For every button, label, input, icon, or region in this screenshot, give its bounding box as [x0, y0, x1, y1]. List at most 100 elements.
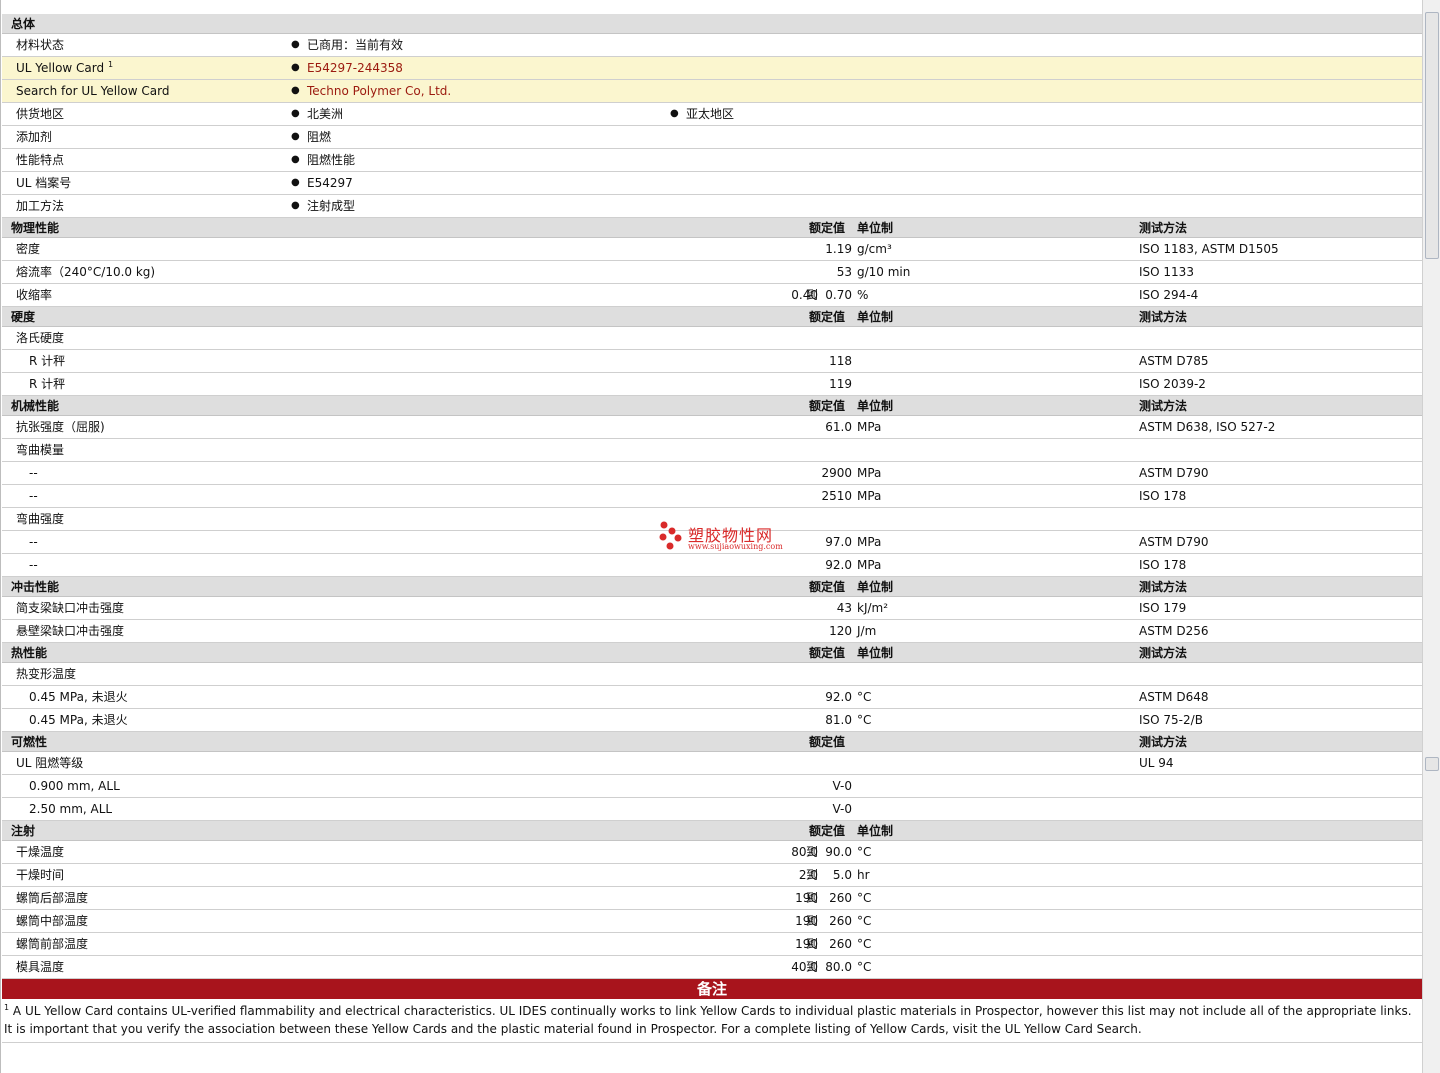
range-separator: 到 [806, 288, 819, 302]
property-value: V-0 [832, 802, 852, 816]
property-value: 5.0 [832, 868, 852, 882]
vertical-scrollbar[interactable] [1422, 0, 1440, 1073]
property-value: 北美洲 [307, 107, 344, 121]
property-name: 0.900 mm, ALL [29, 779, 120, 793]
property-value: 260 [829, 937, 852, 951]
property-value: 注射成型 [307, 199, 356, 213]
property-row: UL Yellow Card 1 ● E54297-244358 [2, 57, 1422, 80]
test-method: ASTM D648 [1139, 690, 1209, 704]
property-row: 收缩率 0.40 到 0.70% ISO 294-4 [2, 284, 1422, 307]
section-title: 物理性能 [11, 221, 60, 235]
watermark-logo: 塑胶物性网 www.sujiaowuxing.com [658, 520, 798, 556]
property-unit: °C [857, 937, 872, 951]
property-unit: g/10 min [857, 265, 911, 279]
section-title: 硬度 [11, 310, 36, 324]
property-value: E54297 [307, 176, 353, 190]
column-header-rated: 额定值 [809, 824, 846, 838]
property-value: 61.0 [825, 420, 852, 434]
section-header: 总体 [2, 14, 1422, 34]
property-row: -- 2900 MPa ASTM D790 [2, 462, 1422, 485]
property-name: 密度 [16, 242, 41, 256]
property-name: 熔流率（240°C/10.0 kg) [16, 265, 156, 279]
test-method: ISO 75-2/B [1139, 713, 1203, 727]
test-method: ISO 1133 [1139, 265, 1194, 279]
property-value: 阻燃 [307, 130, 332, 144]
test-method: ASTM D790 [1139, 466, 1209, 480]
property-row: 加工方法 ● 注射成型 [2, 195, 1422, 218]
property-name: R 计秤 [29, 354, 66, 368]
property-value: 260 [829, 914, 852, 928]
test-method: ISO 1183, ASTM D1505 [1139, 242, 1279, 256]
property-name: -- [29, 466, 38, 480]
property-name: -- [29, 535, 38, 549]
footnote-marker: 1 [107, 60, 114, 69]
column-header-rated: 额定值 [809, 735, 846, 749]
property-name: 性能特点 [16, 153, 65, 167]
column-header-method: 测试方法 [1139, 399, 1188, 413]
range-separator: 到 [806, 868, 819, 882]
property-row: 螺筒中部温度 190 到 260 °C [2, 910, 1422, 933]
column-header-unit: 单位制 [857, 580, 894, 594]
property-name: 螺筒前部温度 [16, 937, 89, 951]
section-header: 可燃性 额定值 测试方法 [2, 732, 1422, 752]
scrollbar-thumb[interactable] [1425, 12, 1439, 259]
property-name: 供货地区 [16, 107, 65, 121]
property-name-text: UL Yellow Card [16, 61, 105, 75]
column-header-unit: 单位制 [857, 399, 894, 413]
property-name: 收缩率 [16, 288, 53, 302]
property-name: 热变形温度 [16, 667, 77, 681]
property-row: 2.50 mm, ALL V-0 [2, 798, 1422, 821]
yellow-card-link[interactable]: Techno Polymer Co, Ltd. [307, 80, 451, 102]
range-separator: 到 [806, 960, 819, 974]
bullet-icon: ● [291, 154, 300, 165]
test-method: ASTM D638, ISO 527-2 [1139, 420, 1276, 434]
bullet-icon: ● [291, 200, 300, 211]
notes-body: A UL Yellow Card contains UL-verified fl… [4, 1004, 1412, 1036]
bullet-icon: ● [291, 39, 300, 50]
property-row: -- 2510 MPa ISO 178 [2, 485, 1422, 508]
property-unit: °C [857, 914, 872, 928]
column-header-rated: 额定值 [809, 310, 846, 324]
bullet-icon: ● [291, 108, 300, 119]
column-header-rated: 额定值 [809, 221, 846, 235]
property-row: R 计秤 118 ASTM D785 [2, 350, 1422, 373]
property-name: 抗张强度（屈服) [16, 420, 105, 434]
property-row: 热变形温度 [2, 663, 1422, 686]
property-value: 亚太地区 [686, 107, 735, 121]
section-header: 注射 额定值 单位制 [2, 821, 1422, 841]
property-unit: hr [857, 868, 870, 882]
property-unit: kJ/m² [857, 601, 889, 615]
property-row: 材料状态 ● 已商用：当前有效 [2, 34, 1422, 57]
property-name: R 计秤 [29, 377, 66, 391]
scrollbar-marker[interactable] [1425, 757, 1439, 771]
range-separator: 到 [806, 914, 819, 928]
property-name: UL 阻燃等级 [16, 756, 84, 770]
property-row: 性能特点 ● 阻燃性能 [2, 149, 1422, 172]
logo-dots-icon [659, 521, 682, 550]
property-value: 92.0 [825, 690, 852, 704]
column-header-method: 测试方法 [1139, 310, 1188, 324]
property-unit: MPa [857, 420, 882, 434]
yellow-card-link[interactable]: E54297-244358 [307, 57, 403, 79]
column-header-rated: 额定值 [809, 580, 846, 594]
property-name: 螺筒中部温度 [16, 914, 89, 928]
property-row: 螺筒后部温度 190 到 260 °C [2, 887, 1422, 910]
property-unit: % [857, 288, 869, 302]
property-value: 260 [829, 891, 852, 905]
property-row: 螺筒前部温度 190 到 260 °C [2, 933, 1422, 956]
bullet-icon: ● [291, 177, 300, 188]
column-header-unit: 单位制 [857, 824, 894, 838]
test-method: ASTM D256 [1139, 624, 1209, 638]
property-name: 弯曲模量 [16, 443, 65, 457]
divider [2, 1042, 1422, 1043]
test-method: ISO 179 [1139, 601, 1187, 615]
property-row: 干燥温度 80.0 到 90.0 °C [2, 841, 1422, 864]
range-separator: 到 [806, 845, 819, 859]
property-row: 干燥时间 2.0 到 5.0 hr [2, 864, 1422, 887]
range-separator: 到 [806, 891, 819, 905]
property-unit: MPa [857, 466, 882, 480]
test-method: ISO 2039-2 [1139, 377, 1206, 391]
property-name: 添加剂 [16, 130, 53, 144]
section-title: 冲击性能 [11, 580, 60, 594]
property-unit: °C [857, 690, 872, 704]
